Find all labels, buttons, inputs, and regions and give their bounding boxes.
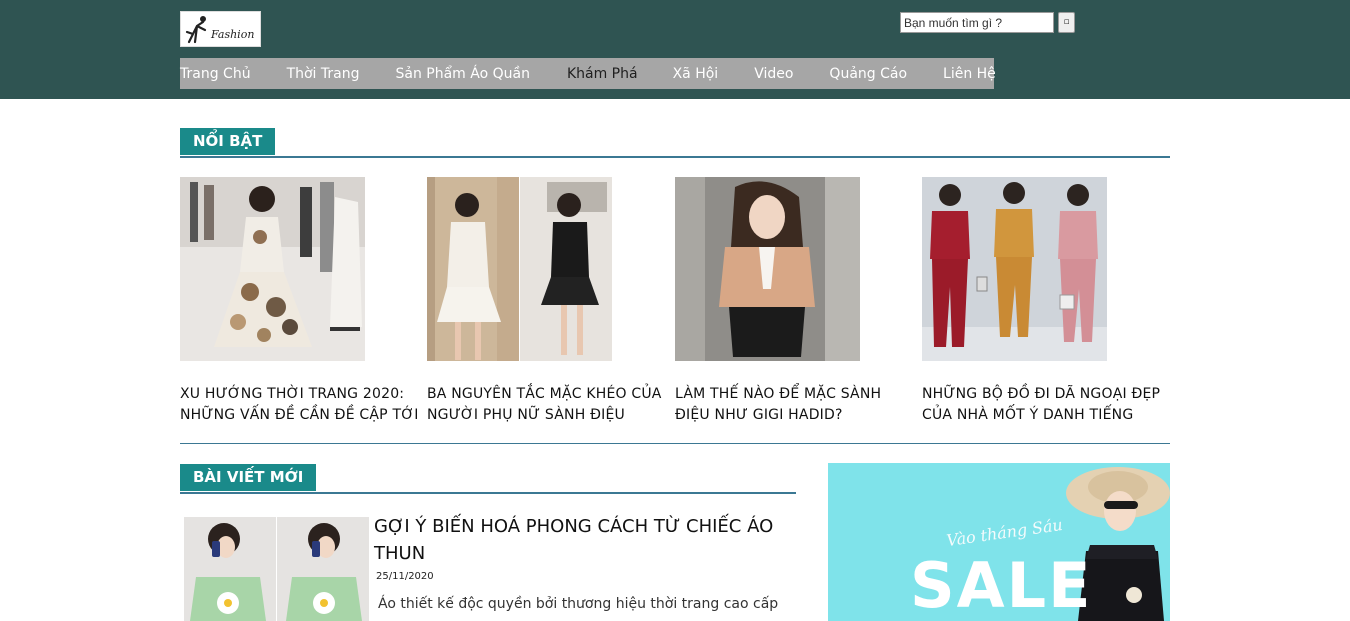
featured-card[interactable]: BA NGUYÊN TẮC MẶC KHÉO CỦA NGƯỜI PHỤ NỮ … <box>427 177 667 423</box>
main-nav: Trang Chủ Thời Trang Sản Phẩm Áo Quần Kh… <box>180 58 996 89</box>
featured-card-title[interactable]: BA NGUYÊN TẮC MẶC KHÉO CỦA NGƯỜI PHỤ NỮ … <box>427 384 667 426</box>
site-header: Fashion ▫ Trang Chủ Thời Trang Sản Phẩm … <box>0 0 1350 99</box>
featured-card[interactable]: LÀM THẾ NÀO ĐỂ MẶC SÀNH ĐIỆU NHƯ GIGI HA… <box>675 177 915 423</box>
nav-item-san-pham-ao-quan[interactable]: Sản Phẩm Áo Quần <box>395 66 529 82</box>
search-input[interactable] <box>900 12 1054 33</box>
site-logo[interactable]: Fashion <box>180 11 261 47</box>
nav-item-xa-hoi[interactable]: Xã Hội <box>673 66 719 82</box>
ad-sale-text: SALE <box>910 549 1093 621</box>
featured-section-header: NỔI BẬT <box>180 128 1170 158</box>
logo-text: Fashion <box>210 28 254 41</box>
sale-ad-banner[interactable]: Vào tháng Sáu SALE <box>828 463 1170 621</box>
section-divider <box>180 443 1170 444</box>
featured-heading: NỔI BẬT <box>180 128 276 155</box>
featured-card-title[interactable]: LÀM THẾ NÀO ĐỂ MẶC SÀNH ĐIỆU NHƯ GIGI HA… <box>675 384 915 426</box>
post-title[interactable]: GỢI Ý BIẾN HOÁ PHONG CÁCH TỪ CHIẾC ÁO TH… <box>374 513 784 567</box>
featured-card[interactable]: NHỮNG BỘ ĐỒ ĐI DÃ NGOẠI ĐẸP CỦA NHÀ MỐT … <box>922 177 1162 423</box>
featured-card-title[interactable]: NHỮNG BỘ ĐỒ ĐI DÃ NGOẠI ĐẸP CỦA NHÀ MỐT … <box>922 384 1162 426</box>
nav-item-quang-cao[interactable]: Quảng Cáo <box>829 66 907 82</box>
post-thumbnail[interactable] <box>184 517 369 621</box>
latest-section-header: BÀI VIẾT MỚI <box>180 464 796 494</box>
featured-card-title[interactable]: XU HƯỚNG THỜI TRANG 2020: NHỮNG VẤN ĐỀ C… <box>180 384 420 426</box>
featured-card[interactable]: XU HƯỚNG THỜI TRANG 2020: NHỮNG VẤN ĐỀ C… <box>180 177 420 423</box>
logo-figure-icon: Fashion <box>185 16 254 44</box>
search-button[interactable]: ▫ <box>1058 12 1075 33</box>
featured-image[interactable] <box>180 177 365 361</box>
nav-item-video[interactable]: Video <box>754 66 793 82</box>
post-date: 25/11/2020 <box>376 571 434 582</box>
nav-item-thoi-trang[interactable]: Thời Trang <box>287 66 360 82</box>
featured-image[interactable] <box>922 177 1107 361</box>
post-excerpt: Áo thiết kế độc quyền bởi thương hiệu th… <box>378 596 779 612</box>
latest-heading: BÀI VIẾT MỚI <box>180 464 317 491</box>
featured-image[interactable] <box>675 177 860 361</box>
featured-image[interactable] <box>427 177 612 361</box>
nav-item-trang-chu[interactable]: Trang Chủ <box>180 66 251 82</box>
nav-item-lien-he[interactable]: Liên Hệ <box>943 66 996 82</box>
nav-item-kham-pha[interactable]: Khám Phá <box>567 66 638 82</box>
